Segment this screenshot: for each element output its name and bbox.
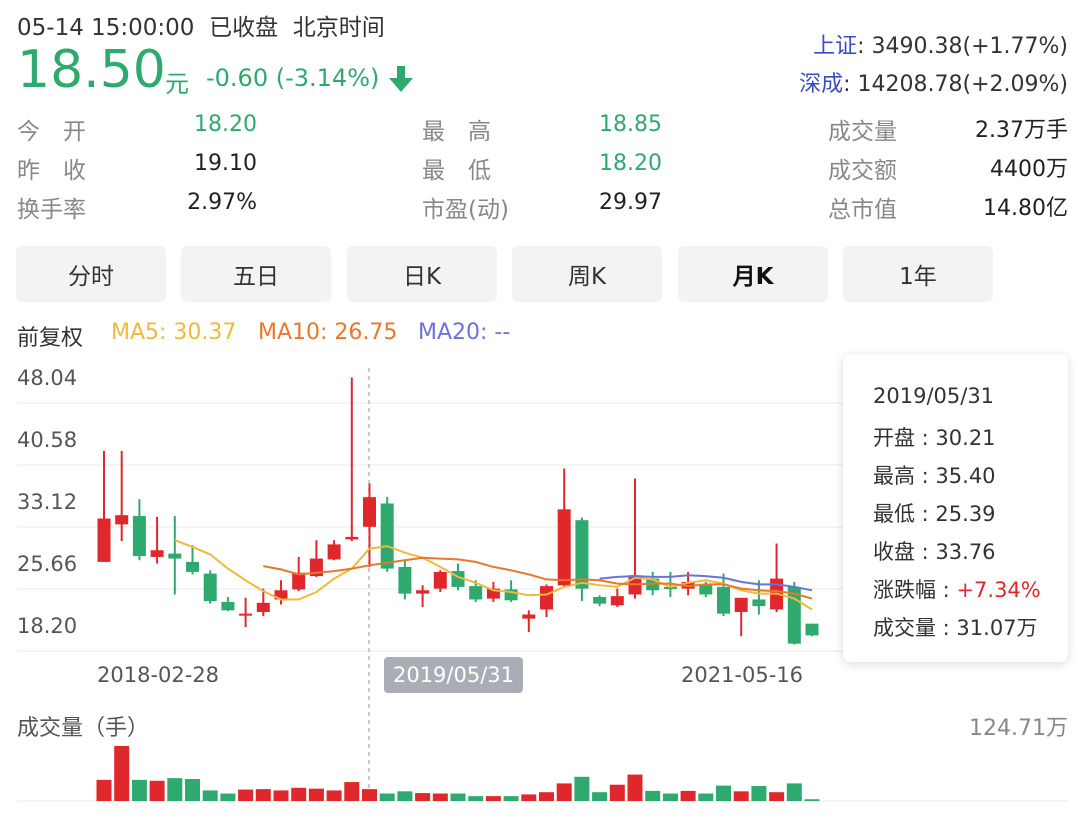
volume-bar [255, 789, 271, 801]
volume-bar [751, 786, 767, 801]
volume-bar [308, 788, 324, 801]
candle-body [469, 586, 483, 600]
candle-body [150, 550, 164, 557]
volume-bar [450, 793, 466, 801]
volume-bar [167, 778, 183, 801]
crosshair-date-label: 2019/05/31 [384, 657, 523, 693]
volume-bar [415, 793, 431, 801]
volume-title: 成交量（手） [17, 716, 150, 741]
volume-bar [521, 794, 537, 801]
volume-bar [291, 787, 307, 801]
tooltip-volume: 成交量 : 31.07万 [873, 616, 1038, 640]
candle-body [221, 601, 235, 611]
tooltip-close: 收盘 : 33.76 [873, 540, 996, 564]
candle-body [699, 585, 713, 595]
candle-body [132, 516, 146, 557]
candle-body [97, 518, 111, 562]
volume-max: 124.71万 [969, 716, 1068, 741]
volume-bar [804, 799, 820, 801]
volume-bar [273, 790, 289, 801]
volume-bar [627, 774, 643, 801]
candle-body [593, 596, 607, 604]
tooltip-date: 2019/05/31 [873, 384, 995, 408]
candle-body [575, 520, 589, 589]
volume-bar [432, 793, 448, 801]
candle-tooltip: 2019/05/31 开盘 : 30.21 最高 : 35.40 最低 : 25… [843, 354, 1068, 662]
candle-body [203, 573, 217, 602]
candle-body [363, 497, 376, 527]
volume-bar [609, 784, 625, 801]
tooltip-change: 涨跌幅 : +7.34% [873, 574, 1041, 604]
candle-body [557, 509, 571, 586]
tooltip-change-value: +7.34% [956, 578, 1041, 602]
volume-bar [114, 746, 130, 801]
candle-body [805, 623, 819, 636]
tooltip-open: 开盘 : 30.21 [873, 426, 996, 450]
candle-body [610, 596, 624, 606]
candle-body [239, 613, 253, 616]
volume-bar [202, 790, 218, 801]
volume-bar [574, 776, 590, 801]
x-date-label: 2021-05-16 [681, 663, 804, 687]
candle-body [717, 586, 730, 614]
volume-bar [716, 785, 731, 801]
candle-body [522, 614, 536, 619]
volume-bar [220, 793, 236, 801]
candle-body [168, 553, 182, 559]
candle-body [540, 586, 553, 610]
tooltip-low: 最低 : 25.39 [873, 502, 996, 526]
volume-bar [397, 791, 413, 801]
volume-bar [556, 783, 572, 801]
candle-body [752, 599, 766, 607]
volume-bar [592, 792, 608, 801]
tooltip-high: 最高 : 35.40 [873, 464, 996, 488]
candle-body [380, 503, 394, 569]
candle-body [416, 590, 430, 594]
volume-bar [645, 790, 661, 801]
candle-body [115, 515, 129, 525]
volume-bar [662, 793, 678, 801]
volume-bar [680, 790, 696, 801]
volume-bar [786, 783, 802, 801]
volume-bar [698, 793, 714, 801]
volume-bar [238, 789, 254, 801]
candle-body [256, 602, 270, 612]
volume-bar [539, 792, 554, 801]
volume-bar [96, 779, 112, 801]
candle-body [345, 536, 359, 540]
x-date-label: 2018-02-28 [97, 663, 220, 687]
candle-body [433, 571, 447, 589]
candle-body [327, 544, 341, 560]
volume-bar [344, 782, 360, 801]
volume-bar [733, 791, 749, 801]
volume-bar [379, 793, 395, 801]
volume-bar [485, 796, 501, 801]
tooltip-change-label: 涨跌幅 : [873, 578, 957, 602]
volume-bar [131, 779, 147, 801]
volume-bar [326, 790, 342, 801]
candle-body [734, 597, 748, 612]
volume-bar [503, 796, 519, 801]
volume-bar [468, 796, 484, 801]
volume-bar [149, 780, 165, 801]
volume-bar [362, 789, 377, 801]
candle-body [398, 566, 412, 594]
volume-bar [769, 792, 785, 801]
volume-bar [185, 779, 200, 801]
candle-body [186, 561, 199, 572]
